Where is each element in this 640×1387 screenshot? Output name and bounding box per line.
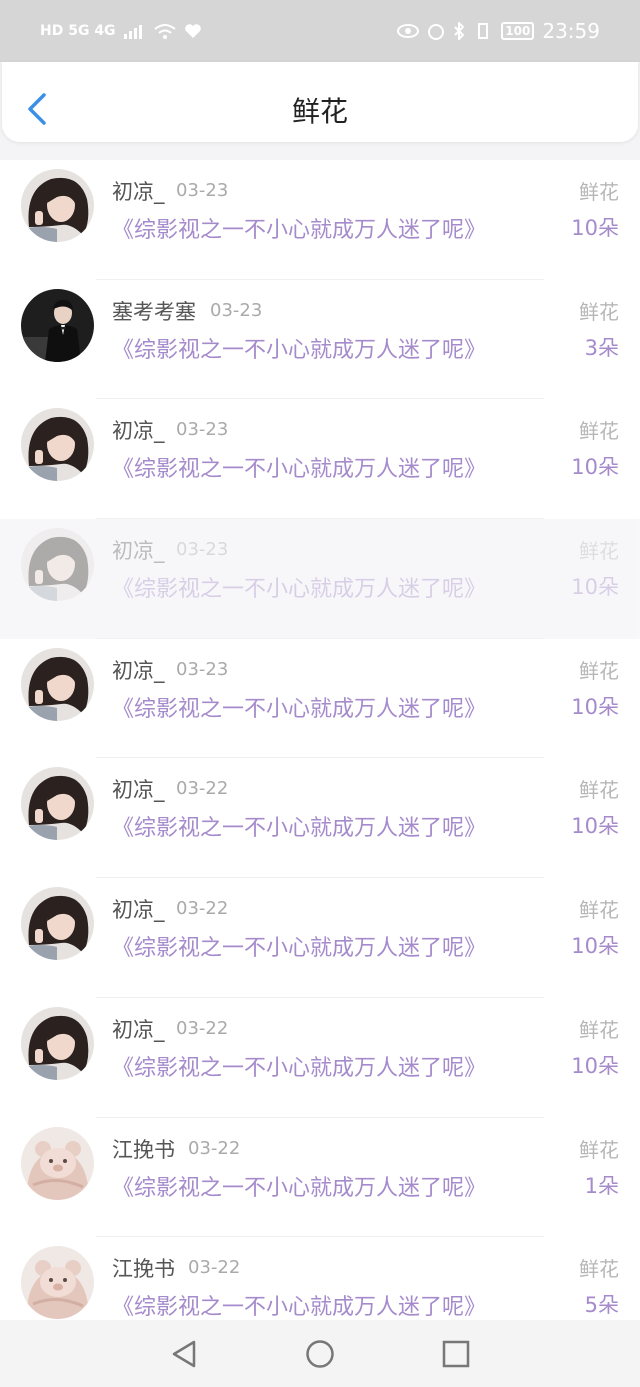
nav-back-button[interactable] xyxy=(164,1334,204,1374)
list-item[interactable]: 初凉_ 03-22 《综影视之一不小心就成万人迷了呢》 鲜花 10朵 xyxy=(0,878,640,998)
gift-count: 10朵 xyxy=(571,455,619,480)
battery-indicator: 100 xyxy=(501,22,535,40)
square-recents-icon xyxy=(442,1340,470,1367)
triangle-back-icon xyxy=(172,1340,196,1367)
vibrate-icon xyxy=(478,23,489,39)
book-title-link[interactable]: 《综影视之一不小心就成万人迷了呢》 xyxy=(112,930,486,962)
bluetooth-icon xyxy=(454,22,465,40)
gift-count: 5朵 xyxy=(584,1293,619,1318)
gift-count: 10朵 xyxy=(571,694,619,719)
alarm-icon xyxy=(428,24,445,40)
gift-date: 03-22 xyxy=(188,1257,241,1279)
list-item[interactable]: 初凉_ 03-22 《综影视之一不小心就成万人迷了呢》 鲜花 10朵 xyxy=(0,758,640,879)
gift-type: 鲜花 xyxy=(579,898,619,923)
user-name[interactable]: 江挽书 xyxy=(112,1253,175,1283)
page-title: 鲜花 xyxy=(291,95,348,128)
gift-date: 03-22 xyxy=(176,778,229,800)
heart-icon xyxy=(184,24,201,38)
gift-type: 鲜花 xyxy=(579,1137,619,1162)
gift-count: 10朵 xyxy=(571,814,619,839)
avatar[interactable] xyxy=(21,1126,94,1200)
book-title-link[interactable]: 《综影视之一不小心就成万人迷了呢》 xyxy=(112,1050,486,1082)
avatar[interactable] xyxy=(21,528,94,602)
book-title-link[interactable]: 《综影视之一不小心就成万人迷了呢》 xyxy=(112,1289,486,1321)
user-name[interactable]: 初凉_ xyxy=(112,774,165,804)
user-name[interactable]: 初凉_ xyxy=(112,415,165,445)
signal-icon xyxy=(123,25,142,39)
gift-date: 03-22 xyxy=(176,1017,229,1039)
avatar[interactable] xyxy=(21,647,94,721)
status-bar: HD 5G 4G 100 23:59 xyxy=(0,0,640,62)
user-name[interactable]: 初凉_ xyxy=(112,535,165,565)
list-item[interactable]: 初凉_ 03-23 《综影视之一不小心就成万人迷了呢》 鲜花 10朵 xyxy=(0,160,640,280)
user-name[interactable]: 初凉_ xyxy=(112,894,165,924)
gift-count: 10朵 xyxy=(571,216,619,240)
status-left: HD 5G 4G xyxy=(40,23,202,39)
eye-icon xyxy=(397,24,420,38)
user-name[interactable]: 江挽书 xyxy=(112,1134,175,1164)
gift-type: 鲜花 xyxy=(579,1017,619,1042)
book-title-link[interactable]: 《综影视之一不小心就成万人迷了呢》 xyxy=(112,332,486,364)
gift-type: 鲜花 xyxy=(579,299,619,324)
gift-date: 03-22 xyxy=(176,898,229,920)
nav-home-button[interactable] xyxy=(300,1334,340,1374)
gift-count: 3朵 xyxy=(584,335,619,360)
gift-date: 03-23 xyxy=(176,419,229,441)
system-nav-bar xyxy=(0,1320,640,1387)
user-name[interactable]: 塞考考塞 xyxy=(112,296,196,326)
gift-count: 1朵 xyxy=(584,1173,619,1198)
book-title-link[interactable]: 《综影视之一不小心就成万人迷了呢》 xyxy=(112,451,486,483)
gift-type: 鲜花 xyxy=(579,419,619,444)
status-right: 100 23:59 xyxy=(397,19,600,43)
list-item[interactable]: 江挽书 03-22 《综影视之一不小心就成万人迷了呢》 鲜花 1朵 xyxy=(0,1117,640,1238)
book-title-link[interactable]: 《综影视之一不小心就成万人迷了呢》 xyxy=(112,571,486,603)
book-title-link[interactable]: 《综影视之一不小心就成万人迷了呢》 xyxy=(112,810,486,842)
book-title-link[interactable]: 《综影视之一不小心就成万人迷了呢》 xyxy=(112,691,486,723)
header: 鲜花 xyxy=(2,62,638,142)
list-item[interactable]: 初凉_ 03-23 《综影视之一不小心就成万人迷了呢》 鲜花 10朵 xyxy=(0,519,640,639)
gift-type: 鲜花 xyxy=(579,658,619,683)
list-item[interactable]: 塞考考塞 03-23 《综影视之一不小心就成万人迷了呢》 鲜花 3朵 xyxy=(0,279,640,400)
wifi-icon xyxy=(153,24,176,39)
avatar[interactable] xyxy=(21,169,94,242)
gift-date: 03-23 xyxy=(176,539,229,561)
avatar[interactable] xyxy=(21,767,94,841)
user-name[interactable]: 初凉_ xyxy=(112,1014,165,1044)
avatar[interactable] xyxy=(21,1246,94,1320)
gift-type: 鲜花 xyxy=(579,778,619,803)
network-status: HD 5G 4G xyxy=(40,23,116,39)
avatar[interactable] xyxy=(21,288,94,362)
circle-home-icon xyxy=(306,1339,334,1368)
gift-list: 初凉_ 03-23 《综影视之一不小心就成万人迷了呢》 鲜花 10朵 塞考考塞 03-23 《… xyxy=(0,160,640,1357)
avatar[interactable] xyxy=(21,408,94,482)
avatar[interactable] xyxy=(21,1006,94,1080)
book-title-link[interactable]: 《综影视之一不小心就成万人迷了呢》 xyxy=(112,212,486,244)
user-name[interactable]: 初凉_ xyxy=(112,655,165,685)
clock: 23:59 xyxy=(542,19,600,43)
user-name[interactable]: 初凉_ xyxy=(112,176,165,206)
gift-type: 鲜花 xyxy=(579,539,619,564)
nav-recents-button[interactable] xyxy=(436,1334,476,1374)
gift-type: 鲜花 xyxy=(579,180,619,204)
list-item[interactable]: 初凉_ 03-22 《综影视之一不小心就成万人迷了呢》 鲜花 10朵 xyxy=(0,997,640,1118)
gift-date: 03-23 xyxy=(210,299,263,321)
gift-date: 03-22 xyxy=(188,1137,241,1159)
list-item[interactable]: 初凉_ 03-23 《综影视之一不小心就成万人迷了呢》 鲜花 10朵 xyxy=(0,399,640,520)
gift-date: 03-23 xyxy=(176,180,229,201)
gift-count: 10朵 xyxy=(571,1053,619,1078)
gift-count: 10朵 xyxy=(571,934,619,959)
avatar[interactable] xyxy=(21,887,94,961)
gift-type: 鲜花 xyxy=(579,1257,619,1282)
gift-date: 03-23 xyxy=(176,658,229,680)
gift-count: 10朵 xyxy=(571,575,619,600)
book-title-link[interactable]: 《综影视之一不小心就成万人迷了呢》 xyxy=(112,1170,486,1202)
list-item[interactable]: 初凉_ 03-23 《综影视之一不小心就成万人迷了呢》 鲜花 10朵 xyxy=(0,638,640,759)
